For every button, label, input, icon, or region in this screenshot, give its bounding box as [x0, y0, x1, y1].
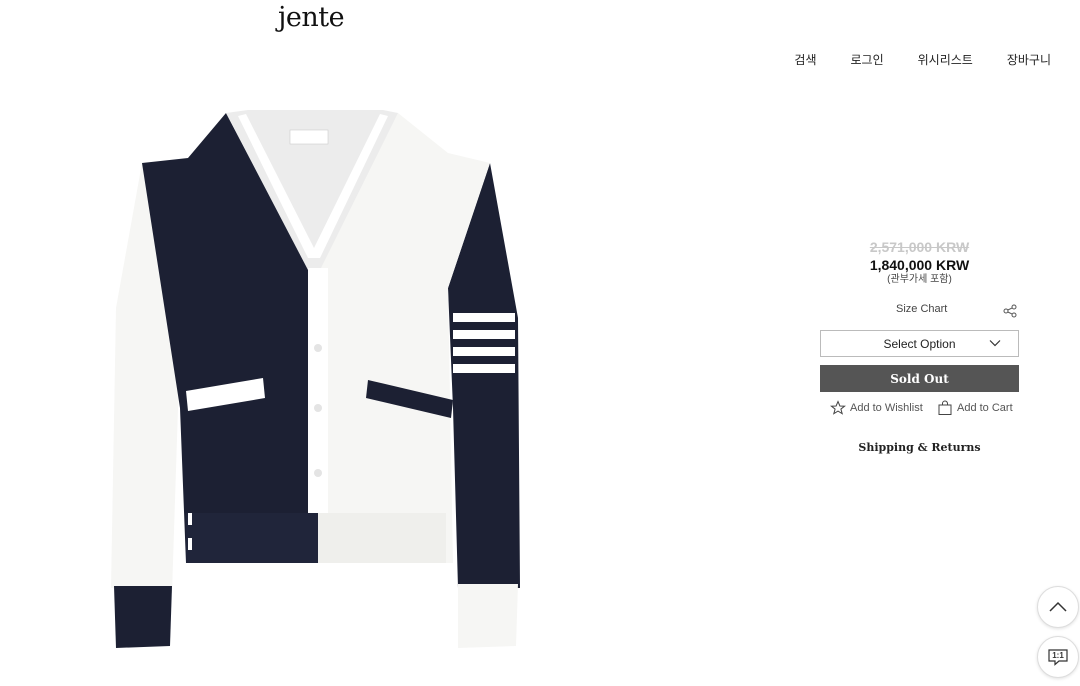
star-icon	[830, 400, 846, 415]
brand-logo[interactable]: jente	[278, 2, 345, 33]
chat-button[interactable]: 1:1	[1037, 636, 1079, 678]
original-price: 2,571,000 KRW	[869, 239, 970, 255]
purchase-panel: 2,571,000 KRW 1,840,000 KRW (관부가세 포함) Si…	[820, 238, 1019, 454]
share-icon[interactable]	[1003, 304, 1017, 318]
action-row: Add to Wishlist Add to Cart	[820, 400, 1019, 416]
top-nav: 검색 로그인 위시리스트 장바구니	[794, 51, 1051, 68]
nav-cart[interactable]: 장바구니	[1007, 51, 1051, 68]
add-to-wishlist-button[interactable]: Add to Wishlist	[830, 400, 923, 416]
shipping-returns-link[interactable]: Shipping & Returns	[820, 441, 1019, 454]
chevron-up-icon	[1049, 601, 1067, 612]
size-chart-link[interactable]: Size Chart	[896, 303, 947, 315]
chevron-down-icon	[989, 340, 1001, 347]
option-select-label: Select Option	[883, 336, 956, 351]
shopping-bag-icon	[938, 400, 952, 415]
option-select[interactable]: Select Option	[820, 330, 1019, 357]
tax-note: (관부가세 포함)	[887, 274, 952, 285]
size-row: Size Chart	[820, 303, 1019, 319]
product-image	[111, 110, 520, 648]
cart-label: Add to Cart	[957, 402, 1013, 414]
add-to-cart-button[interactable]: Add to Cart	[937, 400, 1013, 416]
nav-search[interactable]: 검색	[794, 51, 816, 68]
chat-label: 1:1	[1052, 651, 1064, 660]
wishlist-label: Add to Wishlist	[850, 402, 923, 414]
nav-login[interactable]: 로그인	[851, 51, 884, 68]
nav-wishlist[interactable]: 위시리스트	[918, 51, 973, 68]
sale-price: 1,840,000 KRW	[869, 257, 970, 273]
scroll-top-button[interactable]	[1037, 586, 1079, 628]
sold-out-button[interactable]: Sold Out	[820, 365, 1019, 392]
